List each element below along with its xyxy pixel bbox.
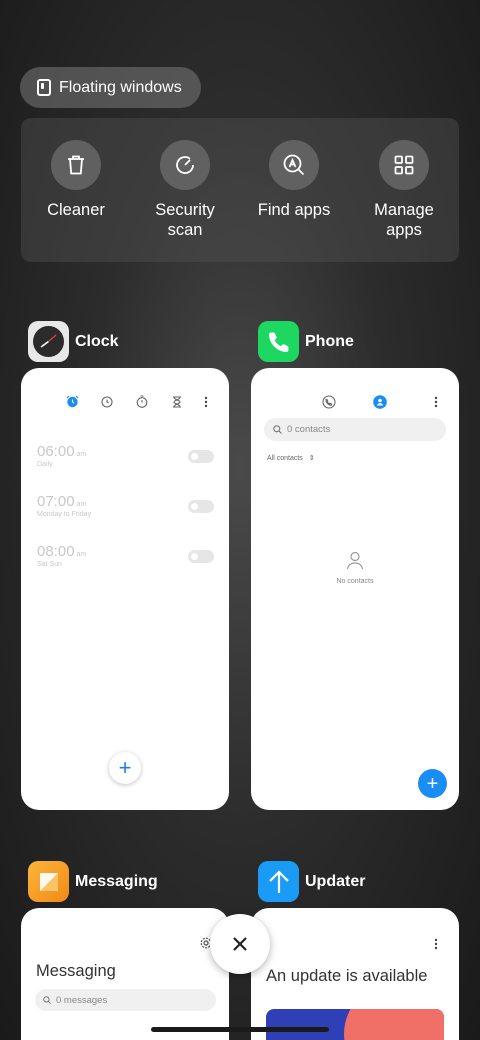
alarm-repeat: Monday to Friday [37, 511, 92, 518]
search-icon [273, 425, 282, 434]
messaging-app-header[interactable]: Messaging [28, 861, 158, 902]
home-indicator[interactable] [151, 1027, 329, 1032]
no-contacts-text: No contacts [336, 578, 374, 585]
find-apps-label: Find apps [257, 201, 331, 219]
messaging-heading: Messaging [36, 962, 116, 980]
contacts-filter-dropdown[interactable]: All contacts ⇕ [267, 454, 315, 463]
find-apps-icon [283, 154, 305, 176]
more-icon [204, 396, 208, 408]
floating-windows-button[interactable]: Floating windows [20, 67, 201, 108]
alarm-item[interactable]: 07:00 am Monday to Friday [37, 493, 91, 518]
empty-contact-icon [346, 551, 364, 570]
manage-apps-button[interactable]: Manage apps [354, 140, 454, 240]
alarm-ampm: am [76, 551, 87, 558]
sort-icon: ⇕ [308, 455, 315, 462]
update-heading: An update is available [266, 967, 428, 985]
update-banner-image [266, 1009, 444, 1040]
add-alarm-button[interactable]: + [109, 752, 141, 784]
world-clock-icon [101, 396, 113, 408]
cleaner-label: Cleaner [47, 201, 105, 219]
messages-search-input[interactable]: 0 messages [35, 989, 216, 1011]
alarm-repeat: Sat Sun [37, 561, 62, 568]
floating-windows-label: Floating windows [59, 78, 182, 96]
alarm-ampm: am [76, 451, 87, 458]
alarm-time: 08:00 [37, 543, 75, 560]
search-icon [43, 996, 51, 1004]
find-apps-button[interactable]: Find apps [244, 140, 344, 220]
alarm-time: 07:00 [37, 493, 75, 510]
clock-app-header[interactable]: Clock [28, 321, 119, 362]
contacts-search-input[interactable]: 0 contacts [264, 418, 446, 441]
alarm-toggle[interactable] [188, 500, 214, 513]
messaging-app-name: Messaging [75, 872, 158, 890]
clock-app-preview[interactable]: 06:00 am Daily 07:00 am Monday to Friday 0… [21, 368, 229, 810]
floating-window-icon [37, 79, 51, 96]
cleaner-button[interactable]: Cleaner [26, 140, 126, 220]
close-icon [233, 937, 247, 951]
alarm-ampm: am [76, 501, 87, 508]
clock-app-name: Clock [75, 332, 119, 350]
alarm-toggle[interactable] [188, 550, 214, 563]
grid-icon [394, 155, 414, 175]
clock-app-icon [28, 321, 69, 362]
updater-app-name: Updater [305, 872, 366, 890]
messages-search-placeholder: 0 messages [56, 994, 108, 1006]
contacts-search-placeholder: 0 contacts [287, 424, 331, 435]
stopwatch-icon [136, 395, 148, 408]
phone-app-preview[interactable]: 0 contacts All contacts ⇕ No contacts + [251, 368, 459, 810]
timer-icon [173, 396, 181, 408]
more-icon [434, 396, 438, 408]
alarm-item[interactable]: 06:00 am Daily [37, 443, 86, 468]
alarm-time: 06:00 [37, 443, 75, 460]
manage-apps-label: Manage apps [374, 201, 434, 239]
call-log-icon [322, 395, 336, 409]
more-icon [434, 938, 438, 950]
quick-tools-panel: Cleaner Security scan Find apps Manage a… [21, 118, 459, 262]
messaging-app-preview[interactable]: Messaging 0 messages [21, 908, 229, 1040]
phone-app-icon [258, 321, 299, 362]
security-scan-button[interactable]: Security scan [135, 140, 235, 240]
add-contact-button[interactable]: + [418, 769, 447, 798]
messaging-app-icon [28, 861, 69, 902]
alarm-repeat: Daily [37, 461, 53, 468]
trash-icon [68, 155, 84, 175]
updater-app-header[interactable]: Updater [258, 861, 365, 902]
alarm-toggle[interactable] [188, 450, 214, 463]
contacts-filter-label: All contacts [267, 454, 303, 462]
alarm-icon [66, 395, 79, 408]
clear-all-button[interactable] [210, 914, 270, 974]
phone-app-header[interactable]: Phone [258, 321, 354, 362]
updater-app-icon [258, 861, 299, 902]
alarm-item[interactable]: 08:00 am Sat Sun [37, 543, 86, 568]
contacts-tab-icon [373, 395, 387, 409]
phone-app-name: Phone [305, 332, 354, 350]
updater-app-preview[interactable]: An update is available [251, 908, 459, 1040]
security-scan-icon [176, 156, 194, 174]
security-scan-label: Security scan [155, 201, 215, 239]
